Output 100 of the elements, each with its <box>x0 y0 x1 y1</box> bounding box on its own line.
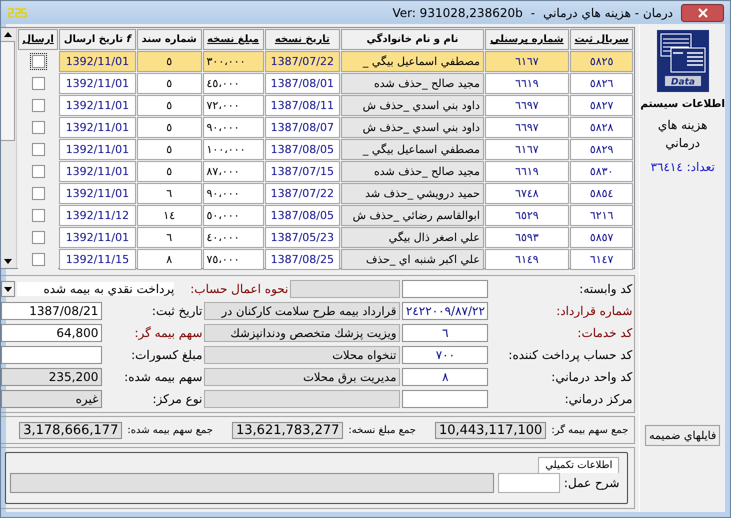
send-date-cell: 1392/11/01 <box>58 227 136 248</box>
name-cell: داود بني اسدي _حذف ش <box>341 95 484 116</box>
sent-checkbox[interactable] <box>32 165 45 178</box>
scroll-down-icon[interactable] <box>4 259 12 264</box>
amount-cell: ٧٢،٠٠٠ <box>202 95 264 116</box>
input-field[interactable]: ٦ <box>402 324 488 342</box>
document-cell: ٦ <box>136 183 202 204</box>
name-cell: مجيد صالح _حذف شده <box>341 73 484 94</box>
input-field[interactable] <box>1 346 102 364</box>
column-header[interactable]: سريال ثبت <box>570 29 634 50</box>
input-field[interactable] <box>402 390 488 408</box>
sent-checkbox[interactable] <box>32 187 45 200</box>
amount-cell: ٧٥،٠٠٠ <box>202 249 264 270</box>
total-label: جمع مبلغ نسخه: <box>348 424 416 436</box>
date-cell: 1387/07/15 <box>264 161 340 182</box>
amount-cell: ٩٠،٠٠٠ <box>202 183 264 204</box>
group-tab[interactable]: اطلاعات تكميلي <box>538 457 620 473</box>
date-cell: 1387/05/23 <box>264 227 340 248</box>
description-field: تنخواه محلات <box>204 346 400 364</box>
description-field: مديريت برق محلات <box>204 368 400 386</box>
date-cell: 1387/08/05 <box>264 205 340 226</box>
amount-cell: ٤٥،٠٠٠ <box>202 73 264 94</box>
sent-checkbox[interactable] <box>32 55 45 68</box>
scroll-up-icon[interactable] <box>4 32 12 37</box>
date-cell: 1387/07/22 <box>264 51 340 72</box>
sent-checkbox[interactable] <box>32 253 45 266</box>
document-cell: ٥ <box>136 139 202 160</box>
column-header[interactable]: مبلغ نسخه <box>202 29 264 50</box>
amount-cell: ٥٠،٠٠٠ <box>202 205 264 226</box>
personnel-cell: ٦٦١٩ <box>484 161 569 182</box>
vertical-scrollbar[interactable] <box>1 28 18 268</box>
name-cell: علي اصغر ذال بيگي <box>341 227 484 248</box>
field-label: كد خدمات: <box>576 326 632 340</box>
input-field[interactable]: ٢٤٢٢٠٠٩/٨٧/٢٢ <box>402 302 488 320</box>
column-header[interactable]: نام و نام خانوادگي <box>341 29 484 50</box>
field-label: سهم بيمه گر: <box>133 326 202 340</box>
send-date-cell: 1392/11/01 <box>58 183 136 204</box>
input-field[interactable]: 1387/08/21 <box>1 302 102 320</box>
total-value: 10,443,117,100 <box>434 422 546 438</box>
serial-cell: ٥٨٢٦ <box>570 73 634 94</box>
serial-cell: ٥٨٢٨ <box>570 117 634 138</box>
sent-checkbox[interactable] <box>32 143 45 156</box>
field-label: كد واحد درماني: <box>550 370 632 384</box>
sent-checkbox[interactable] <box>32 121 45 134</box>
field-label: مركز درماني: <box>564 392 632 406</box>
description-field: قرارداد بيمه طرح سلامت كاركنان در <box>204 302 400 320</box>
personnel-cell: ٦١٦٧ <box>484 139 569 160</box>
input-field[interactable]: ٨ <box>402 368 488 386</box>
send-date-cell: 1392/11/01 <box>58 139 136 160</box>
total-value: 13,621,783,277 <box>232 422 344 438</box>
serial-cell: ٥٨٥٧ <box>570 227 634 248</box>
field-label: شماره قرارداد: <box>555 304 632 318</box>
field-label: سهم بيمه شده: <box>123 370 202 384</box>
field-label: تاريخ ثبت: <box>150 304 202 318</box>
app-icon <box>7 6 27 20</box>
column-header[interactable]: شماره پرسنلي <box>484 29 569 50</box>
document-cell: ٨ <box>136 249 202 270</box>
field-label: كد وابسته: <box>578 282 632 296</box>
attachments-button[interactable]: فايلهاي ضميمه <box>645 425 720 446</box>
date-cell: 1387/07/22 <box>264 183 340 204</box>
amount-cell: ٩٠،٠٠٠ <box>202 117 264 138</box>
sent-checkbox[interactable] <box>32 99 45 112</box>
date-cell: 1387/08/05 <box>264 139 340 160</box>
personnel-cell: ٦١٦٧ <box>484 51 569 72</box>
sent-checkbox[interactable] <box>32 231 45 244</box>
name-cell: حميد درويشي _حذف شد <box>341 183 484 204</box>
column-header[interactable]: شماره سند <box>136 29 202 50</box>
sent-checkbox[interactable] <box>32 209 45 222</box>
input-field[interactable] <box>498 473 560 493</box>
personnel-cell: ٦١٤٩ <box>484 249 569 270</box>
total-value: 3,178,666,177 <box>19 422 122 438</box>
data-form-icon: Data <box>656 30 709 92</box>
serial-cell: ٦٢١٦ <box>570 205 634 226</box>
field-label: شرح عمل: <box>564 476 620 490</box>
column-header[interactable]: تاريخ نسخه <box>264 29 340 50</box>
input-field[interactable]: 64,800 <box>1 324 102 342</box>
close-button[interactable] <box>681 4 724 22</box>
name-cell: مجيد صالح _حذف شده <box>341 161 484 182</box>
send-date-cell: 1392/11/01 <box>58 161 136 182</box>
sent-checkbox[interactable] <box>32 77 45 90</box>
serial-cell: ٥٨٥٤ <box>570 183 634 204</box>
serial-cell: ٥٨٢٩ <box>570 139 634 160</box>
amount-cell: ١٠٠،٠٠٠ <box>202 139 264 160</box>
personnel-cell: ٦٦١٩ <box>484 73 569 94</box>
personnel-cell: ٦٥٢٩ <box>484 205 569 226</box>
personnel-cell: ٦٦٩٧ <box>484 95 569 116</box>
document-cell: ٥ <box>136 51 202 72</box>
module-title: هزينه هاي درماني <box>656 117 708 152</box>
scrollbar-thumb[interactable] <box>1 41 16 141</box>
input-field[interactable]: ٧٠٠ <box>402 346 488 364</box>
input-field[interactable]: 235,200 <box>1 368 102 386</box>
input-field[interactable]: غيره <box>1 390 102 408</box>
column-header[interactable]: ارسال <box>18 29 58 50</box>
date-cell: 1387/08/25 <box>264 249 340 270</box>
input-field[interactable] <box>402 280 488 298</box>
close-icon <box>696 8 708 18</box>
document-cell: ٥ <box>136 95 202 116</box>
document-cell: ٥ <box>136 161 202 182</box>
version-label: Ver: 931028,238620b <box>392 6 523 20</box>
field-label: نحوه اعمال حساب: <box>189 282 288 296</box>
